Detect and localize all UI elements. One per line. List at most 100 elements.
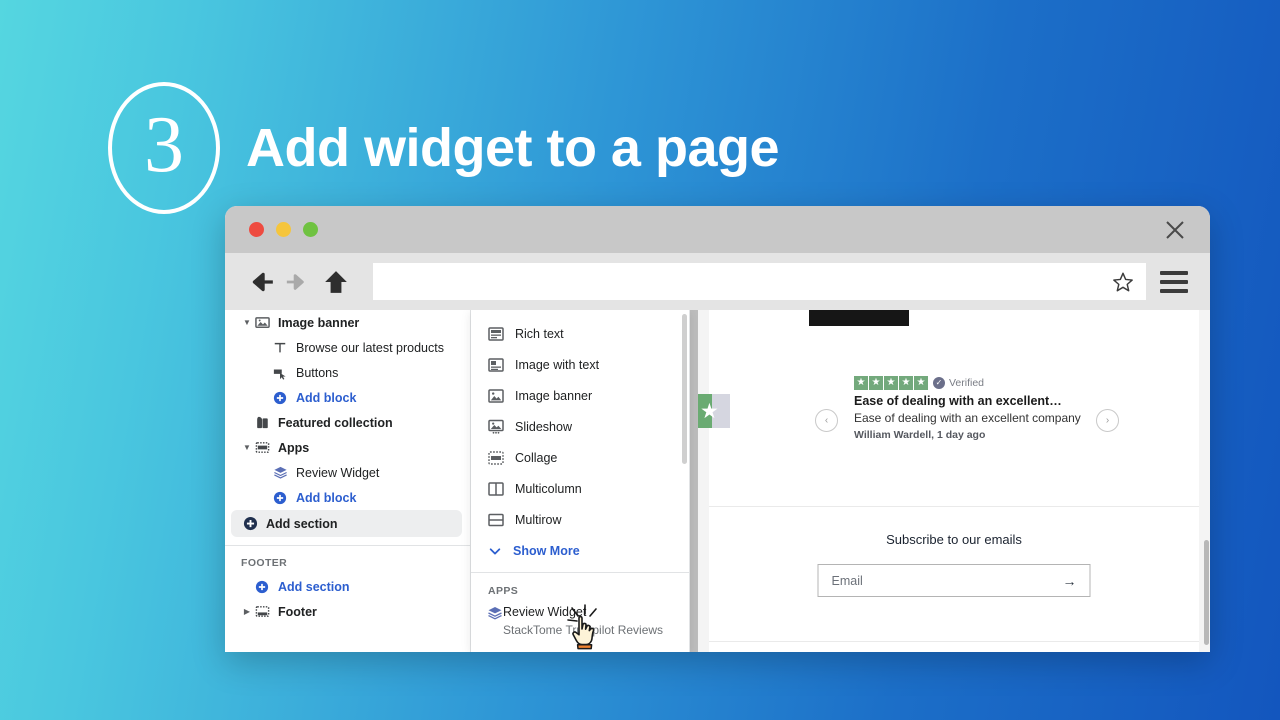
sidebar-add-section-button[interactable]: Add section [231,510,462,537]
minimize-traffic-light[interactable] [276,222,291,237]
buttons-icon [271,366,289,380]
submit-arrow-icon[interactable]: → [1063,573,1077,589]
sidebar-item-browse-our-latest-products[interactable]: Browse our latest products [225,335,470,360]
preview-scrollbar[interactable] [1204,540,1209,645]
forward-arrow-icon[interactable] [279,265,313,299]
preview-divider-bottom [709,641,1199,642]
sidebar-item-label: Browse our latest products [296,340,444,355]
sidebar-footer-add-section[interactable]: Add section [225,574,470,599]
dropdown-item-label: Multirow [515,512,562,527]
preview-divider [709,506,1199,507]
dropdown-item-multirow[interactable]: Multirow [471,504,689,535]
app-name: Review Widget [503,605,587,619]
footer-icon [253,604,271,619]
home-icon[interactable] [319,265,353,299]
dropdown-item-label: Slideshow [515,419,572,434]
sidebar-add-block-image-banner[interactable]: Add block [225,385,470,410]
multicolumn-icon [487,480,504,497]
collage-icon [487,449,504,466]
plus-circle-icon [253,580,271,594]
plus-circle-icon [241,516,259,531]
bookmark-star-icon[interactable] [1112,271,1134,293]
slide-canvas: 3 Add widget to a page ▼ Image banner Br… [0,0,1280,720]
sidebar-item-buttons[interactable]: Buttons [225,360,470,385]
plus-circle-icon [271,391,289,405]
show-more-label: Show More [513,544,580,558]
layers-icon [271,465,289,480]
dropdown-item-label: Rich text [515,326,564,341]
dropdown-item-rich-text[interactable]: Rich text [471,318,689,349]
subscribe-heading: Subscribe to our emails [886,532,1022,547]
app-subtitle: StackTome Trustpilot Reviews [503,623,664,637]
image-banner-icon [253,315,271,330]
verified-badge: ✓ Verified [933,377,984,389]
sidebar-item-featured-collection[interactable]: Featured collection [225,410,470,435]
close-icon[interactable] [1164,219,1186,241]
headline: 3 Add widget to a page [108,82,780,214]
preview-page: ★ ★ ★ ★ ★ ★ ✓ Verified Ease of dealing w… [698,310,1199,652]
layers-icon [487,605,503,626]
chevron-down-icon [488,544,502,558]
sidebar-item-label: Footer [278,604,317,619]
slideshow-icon [487,418,504,435]
email-placeholder: Email [831,573,863,588]
plus-circle-icon [271,491,289,505]
sidebar-item-label: Add block [296,490,357,505]
sidebar-item-label: Image banner [278,315,360,330]
dropdown-show-more-button[interactable]: Show More [471,535,689,567]
star-rating: ★ ★ ★ ★ ★ [854,376,928,390]
dropdown-item-multicolumn[interactable]: Multicolumn [471,473,689,504]
dropdown-item-partial-top[interactable] [471,310,689,318]
section-icon [487,310,504,311]
carousel-prev-button[interactable]: ‹ [815,409,838,432]
review-rating-row: ★ ★ ★ ★ ★ ✓ Verified [854,376,1084,390]
carousel-next-button[interactable]: › [1096,409,1119,432]
sidebar-item-footer[interactable]: ▶ Footer [225,599,470,624]
url-bar[interactable] [373,263,1146,300]
sidebar-item-label: Apps [278,440,310,455]
chevron-right-icon[interactable]: ▶ [241,607,253,616]
chevron-down-icon[interactable]: ▼ [241,443,253,452]
text-icon [271,341,289,355]
dropdown-item-image-with-text[interactable]: Image with text [471,349,689,380]
page-title: Add widget to a page [246,118,780,178]
add-section-dropdown: Rich text Image with text Image banner S… [471,310,690,652]
sidebar-item-review-widget[interactable]: Review Widget [225,460,470,485]
sidebar-item-label: Add section [266,516,338,531]
dropdown-item-label: Image with text [515,357,600,372]
review-card: ★ ★ ★ ★ ★ ✓ Verified Ease of dealing with an… [854,376,1084,441]
sidebar-item-label: Add block [296,390,357,405]
dropdown-item-collage[interactable]: Collage [471,442,689,473]
verified-label: Verified [949,377,985,389]
browser-titlebar [225,206,1210,253]
dropdown-item-image-banner[interactable]: Image banner [471,380,689,411]
step-number-badge: 3 [108,82,220,214]
trustpilot-star-fragment: ★ [698,394,730,428]
sidebar-item-label: Review Widget [296,465,380,480]
dropdown-item-review-widget[interactable]: Review Widget StackTome Trustpilot Revie… [471,603,689,639]
hero-button-partial [809,310,909,326]
browser-menu-icon[interactable] [1160,270,1188,293]
image-with-text-icon [487,356,504,373]
sidebar-item-label: Buttons [296,365,339,380]
sidebar-add-block-apps[interactable]: Add block [225,485,470,510]
email-field[interactable]: Email → [817,564,1091,597]
storefront-preview: ★ ★ ★ ★ ★ ★ ✓ Verified Ease of dealing w… [698,310,1210,652]
sidebar-item-apps[interactable]: ▼ Apps [225,435,470,460]
sidebar-item-label: Featured collection [278,415,393,430]
tag-icon [253,415,271,430]
window-controls [249,222,318,237]
dropdown-apps-caption: APPS [488,585,519,597]
sidebar-footer-caption: FOOTER [241,557,288,569]
multirow-icon [487,511,504,528]
chevron-down-icon[interactable]: ▼ [241,318,253,327]
back-arrow-icon[interactable] [245,265,279,299]
browser-toolbar [225,253,1210,310]
sidebar-item-image-banner[interactable]: ▼ Image banner [225,310,470,335]
close-traffic-light[interactable] [249,222,264,237]
theme-sections-sidebar: ▼ Image banner Browse our latest product… [225,310,471,652]
browser-window: ▼ Image banner Browse our latest product… [225,206,1210,652]
dropdown-item-slideshow[interactable]: Slideshow [471,411,689,442]
maximize-traffic-light[interactable] [303,222,318,237]
review-author-date: William Wardell, 1 day ago [854,429,986,441]
